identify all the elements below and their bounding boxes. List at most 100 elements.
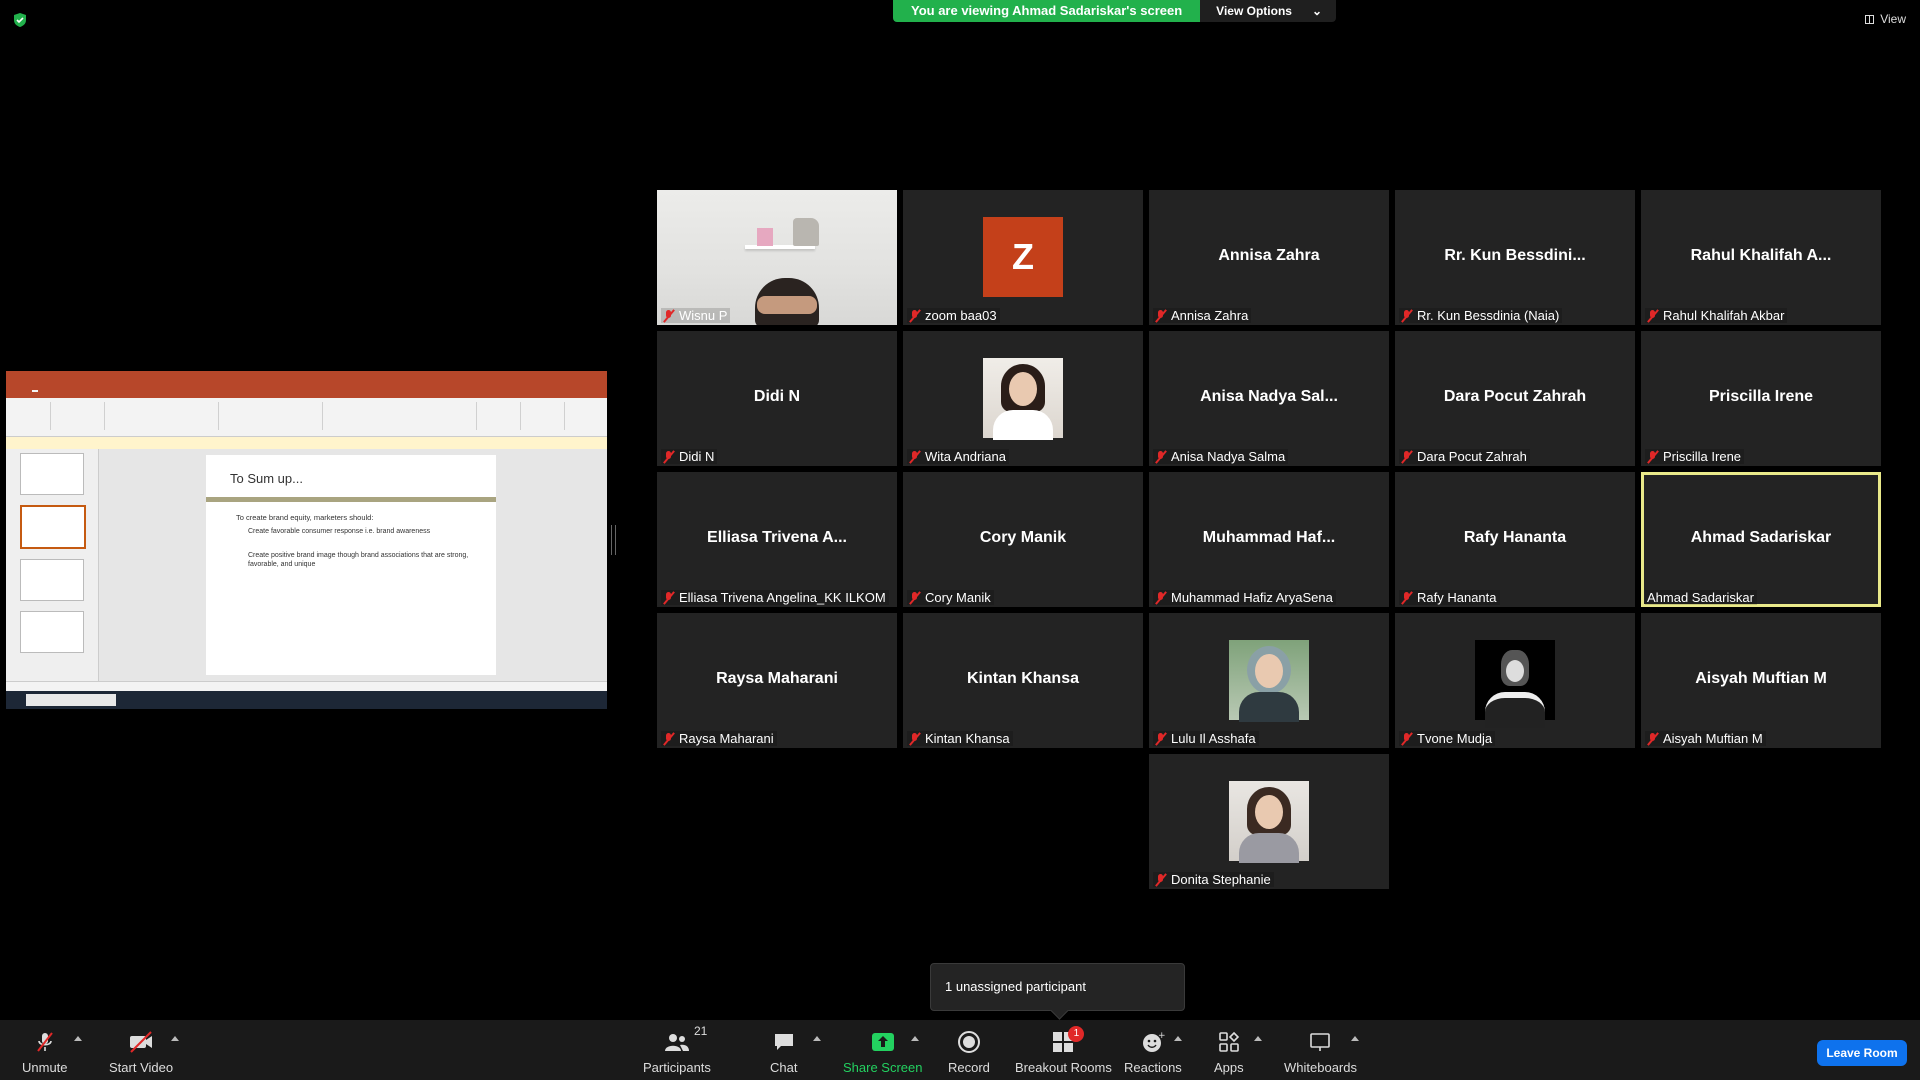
slide-thumbnail[interactable] bbox=[20, 453, 84, 495]
view-options-label: View Options bbox=[1216, 4, 1292, 18]
apps-label: Apps bbox=[1214, 1060, 1244, 1075]
share-options-caret[interactable] bbox=[911, 1036, 919, 1041]
muted-microphone-icon bbox=[33, 1030, 57, 1054]
participants-button[interactable]: 21 Participants bbox=[643, 1024, 711, 1075]
participant-tile[interactable]: Raysa Maharani Raysa Maharani bbox=[657, 613, 897, 748]
video-options-caret[interactable] bbox=[171, 1036, 179, 1041]
reactions-options-caret[interactable] bbox=[1174, 1036, 1182, 1041]
apps-button[interactable]: Apps bbox=[1214, 1030, 1244, 1075]
participant-tile[interactable]: Anisa Nadya Sal... Anisa Nadya Salma bbox=[1149, 331, 1389, 466]
participant-tile[interactable]: Cory Manik Cory Manik bbox=[903, 472, 1143, 607]
leave-room-button[interactable]: Leave Room bbox=[1817, 1040, 1907, 1066]
start-video-button[interactable]: Start Video bbox=[109, 1030, 173, 1075]
shared-screen[interactable]: To Sum up... To create brand equity, mar… bbox=[6, 371, 607, 709]
chat-options-caret[interactable] bbox=[813, 1036, 821, 1041]
participant-tile[interactable]: Didi N Didi N bbox=[657, 331, 897, 466]
participant-tile[interactable]: Wisnu P bbox=[657, 190, 897, 325]
whiteboard-icon bbox=[1308, 1030, 1332, 1054]
chat-button[interactable]: Chat bbox=[770, 1030, 797, 1075]
powerpoint-ribbon bbox=[6, 398, 607, 437]
participant-display-name: Raysa Maharani bbox=[716, 670, 838, 687]
participant-tile[interactable]: Rahul Khalifah A... Rahul Khalifah Akbar bbox=[1641, 190, 1881, 325]
muted-microphone-icon bbox=[1155, 591, 1167, 605]
participant-name: Raysa Maharani bbox=[679, 731, 774, 746]
participant-name-label: Wisnu P bbox=[661, 308, 731, 323]
grid-view-icon bbox=[1865, 14, 1875, 24]
slide-thumbnail-selected[interactable] bbox=[20, 505, 86, 549]
participant-tile[interactable]: Ahmad Sadariskar Ahmad Sadariskar bbox=[1641, 472, 1881, 607]
participant-tile[interactable]: Muhammad Haf... Muhammad Hafiz AryaSena bbox=[1149, 472, 1389, 607]
slide-title: To Sum up... bbox=[230, 471, 303, 486]
muted-microphone-icon bbox=[909, 450, 921, 464]
unassigned-participant-popup[interactable]: 1 unassigned participant bbox=[930, 963, 1185, 1011]
powerpoint-titlebar bbox=[6, 371, 607, 384]
participant-display-name: Aisyah Muftian M bbox=[1695, 670, 1827, 687]
participant-tile[interactable]: Aisyah Muftian M Aisyah Muftian M bbox=[1641, 613, 1881, 748]
apps-options-caret[interactable] bbox=[1254, 1036, 1262, 1041]
participants-label: Participants bbox=[643, 1060, 711, 1075]
participant-tile[interactable]: Dara Pocut Zahrah Dara Pocut Zahrah bbox=[1395, 331, 1635, 466]
participant-tile[interactable]: Tvone Mudja bbox=[1395, 613, 1635, 748]
participant-name-label: Donita Stephanie bbox=[1153, 872, 1274, 887]
participant-tile[interactable]: Priscilla Irene Priscilla Irene bbox=[1641, 331, 1881, 466]
breakout-badge: 1 bbox=[1068, 1026, 1085, 1042]
participant-profile-photo bbox=[1475, 640, 1555, 728]
participant-name-label: Dara Pocut Zahrah bbox=[1399, 449, 1530, 464]
participant-name: Wita Andriana bbox=[925, 449, 1006, 464]
participant-display-name: Elliasa Trivena A... bbox=[707, 529, 847, 546]
chat-label: Chat bbox=[770, 1060, 798, 1075]
participant-display-name: Rr. Kun Bessdini... bbox=[1444, 247, 1586, 264]
participant-tile[interactable]: Rafy Hananta Rafy Hananta bbox=[1395, 472, 1635, 607]
participant-name: Wisnu P bbox=[679, 308, 728, 323]
participant-tile[interactable]: Elliasa Trivena A... Elliasa Trivena Ange… bbox=[657, 472, 897, 607]
participant-display-name: Cory Manik bbox=[979, 529, 1067, 546]
participant-tile[interactable]: Donita Stephanie bbox=[1149, 754, 1389, 889]
breakout-rooms-button[interactable]: 1 Breakout Rooms bbox=[1015, 1026, 1112, 1075]
view-options-button[interactable]: View Options ⌄ bbox=[1200, 0, 1337, 22]
participant-name: Donita Stephanie bbox=[1171, 872, 1271, 887]
participant-name: Ahmad Sadariskar bbox=[1647, 590, 1754, 605]
muted-microphone-icon bbox=[909, 591, 921, 605]
whiteboards-button[interactable]: Whiteboards bbox=[1284, 1030, 1357, 1075]
participant-tile[interactable]: Rr. Kun Bessdini... Rr. Kun Bessdinia (Na… bbox=[1395, 190, 1635, 325]
participants-icon: 21 bbox=[664, 1024, 707, 1054]
participant-tile[interactable]: Zzoom baa03 bbox=[903, 190, 1143, 325]
breakout-rooms-label: Breakout Rooms bbox=[1015, 1060, 1112, 1075]
svg-text:+: + bbox=[1158, 1031, 1165, 1041]
participant-name-label: Didi N bbox=[661, 449, 718, 464]
participant-name: Dara Pocut Zahrah bbox=[1417, 449, 1527, 464]
current-slide: To Sum up... To create brand equity, mar… bbox=[206, 455, 496, 675]
participant-name-label: Raysa Maharani bbox=[661, 731, 777, 746]
security-shield-icon[interactable] bbox=[12, 12, 28, 28]
reactions-label: Reactions bbox=[1124, 1060, 1182, 1075]
start-video-label: Start Video bbox=[109, 1060, 174, 1075]
record-button[interactable]: Record bbox=[948, 1030, 990, 1075]
record-icon bbox=[957, 1030, 981, 1054]
muted-microphone-icon bbox=[1647, 732, 1659, 746]
participant-tile[interactable]: Kintan Khansa Kintan Khansa bbox=[903, 613, 1143, 748]
slide-thumbnail[interactable] bbox=[20, 611, 84, 653]
participant-name-label: zoom baa03 bbox=[907, 308, 1000, 323]
participant-profile-photo bbox=[1229, 781, 1309, 863]
participant-tile[interactable]: Wita Andriana bbox=[903, 331, 1143, 466]
muted-microphone-icon bbox=[1155, 450, 1167, 464]
record-label: Record bbox=[948, 1060, 990, 1075]
slide-thumbnails bbox=[6, 449, 99, 681]
view-button[interactable]: View bbox=[1865, 12, 1906, 26]
participant-tile[interactable]: Lulu Il Asshafa bbox=[1149, 613, 1389, 748]
participant-display-name: Anisa Nadya Sal... bbox=[1200, 388, 1338, 405]
whiteboards-options-caret[interactable] bbox=[1351, 1036, 1359, 1041]
participant-display-name: Didi N bbox=[753, 388, 801, 405]
slide-thumbnail[interactable] bbox=[20, 559, 84, 601]
taskbar-search bbox=[26, 694, 116, 706]
muted-microphone-icon bbox=[1401, 309, 1413, 323]
participant-name: Annisa Zahra bbox=[1171, 308, 1249, 323]
resize-splitter[interactable] bbox=[611, 525, 616, 555]
participant-tile[interactable]: Annisa Zahra Annisa Zahra bbox=[1149, 190, 1389, 325]
muted-microphone-icon bbox=[909, 309, 921, 323]
unmute-button[interactable]: Unmute bbox=[22, 1030, 68, 1075]
powerpoint-ribbon-tabs bbox=[6, 384, 607, 398]
slide-title-bar bbox=[206, 497, 496, 502]
audio-options-caret[interactable] bbox=[74, 1036, 82, 1041]
participant-display-name: Ahmad Sadariskar bbox=[1690, 529, 1832, 546]
